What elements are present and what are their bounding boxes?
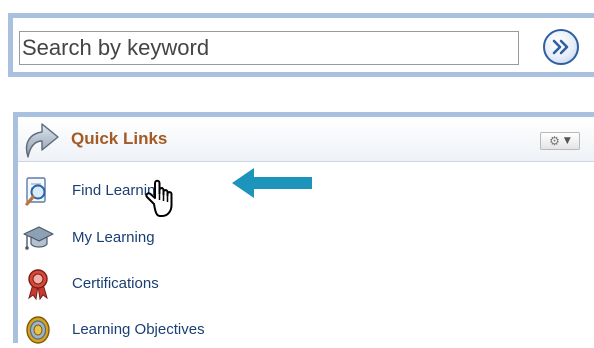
search-input[interactable] xyxy=(19,31,519,65)
quick-links-title: Quick Links xyxy=(71,129,168,148)
quick-links-menu-button[interactable]: ⚙ ▼ xyxy=(540,132,580,150)
target-icon xyxy=(26,316,50,344)
search-go-button[interactable] xyxy=(543,29,579,65)
search-bar xyxy=(8,13,594,77)
caret-down-icon: ▼ xyxy=(563,135,571,146)
quick-link-label: Certifications xyxy=(72,275,159,292)
curved-arrow-icon xyxy=(25,123,59,158)
quick-link-certifications[interactable]: Certifications xyxy=(18,266,578,302)
quick-links-panel: Quick Links ⚙ ▼ Find Learning My Learnin… xyxy=(13,112,594,344)
graduation-cap-icon xyxy=(23,226,54,250)
gear-icon: ⚙ xyxy=(549,134,560,148)
magnifier-document-icon xyxy=(25,177,46,206)
quick-links-header: Quick Links ⚙ ▼ xyxy=(18,117,594,162)
quick-link-label: Learning Objectives xyxy=(72,321,205,338)
hand-pointer-icon xyxy=(145,179,173,217)
quick-link-label: My Learning xyxy=(72,229,155,246)
ribbon-award-icon xyxy=(28,269,48,300)
left-arrow-icon xyxy=(232,168,312,198)
double-chevron-right-icon xyxy=(552,39,569,55)
quick-link-my-learning[interactable]: My Learning xyxy=(18,220,578,256)
